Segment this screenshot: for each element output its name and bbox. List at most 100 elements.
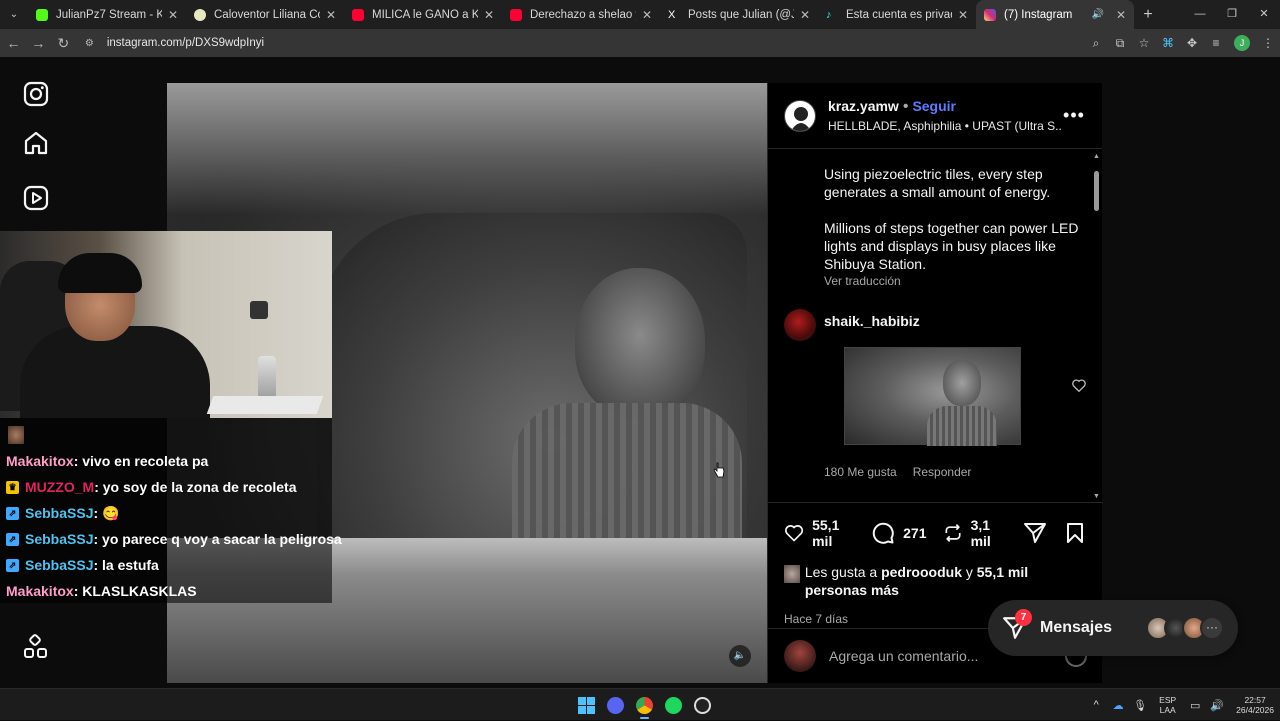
tray-overflow-icon[interactable]: ^ bbox=[1085, 699, 1107, 711]
tab-youtube-milica[interactable]: MILICA le GANÓ a KIM en su P... ✕ bbox=[344, 0, 502, 29]
minimize-icon[interactable]: — bbox=[1184, 0, 1216, 29]
comment-action[interactable]: 271 bbox=[871, 521, 927, 545]
repost-count: 3,1 mil bbox=[970, 517, 991, 549]
scroll-up-icon[interactable]: ▲ bbox=[1093, 153, 1100, 160]
repost-action[interactable]: 3,1 mil bbox=[943, 517, 1008, 549]
forward-icon[interactable]: → bbox=[27, 35, 50, 51]
messages-button[interactable]: 7 Mensajes ··· bbox=[988, 600, 1238, 656]
hand-cursor-icon bbox=[713, 462, 725, 478]
tab-title: Caloventor Liliana Compactsun bbox=[214, 8, 320, 21]
taskbar-chrome[interactable] bbox=[630, 693, 659, 719]
network-icon[interactable]: ▭ bbox=[1184, 699, 1206, 712]
tab-title: JulianPz7 Stream - Kick Dashboard bbox=[56, 8, 162, 21]
start-button[interactable] bbox=[572, 693, 601, 717]
extension-icon[interactable]: ⌘ bbox=[1156, 36, 1180, 50]
liked-by-text: Les gusta a pedroooduk y 55,1 mil person… bbox=[805, 563, 1087, 599]
liked-by-avatar[interactable] bbox=[784, 565, 800, 583]
onedrive-icon[interactable]: ☁ bbox=[1107, 699, 1129, 712]
media-control-icon[interactable]: ≡ bbox=[1204, 36, 1228, 50]
more-apps-icon[interactable] bbox=[22, 633, 50, 661]
zoom-icon[interactable]: ⌕ bbox=[1084, 36, 1108, 51]
menu-kebab-icon[interactable]: ⋮ bbox=[1256, 36, 1280, 50]
tab-title: (7) Instagram bbox=[1004, 8, 1073, 21]
youtube-icon bbox=[352, 8, 364, 21]
discord-icon bbox=[607, 696, 624, 714]
home-icon[interactable] bbox=[22, 129, 50, 157]
chat-username: MUZZO_M bbox=[25, 479, 95, 495]
audio-info[interactable]: HELLBLADE, Asphiphilia • UPAST (Ultra S.… bbox=[828, 119, 1062, 133]
clock[interactable]: 22:57 26/4/2026 bbox=[1236, 695, 1274, 715]
heart-icon bbox=[785, 525, 804, 542]
taskbar-discord[interactable] bbox=[601, 693, 630, 717]
post-caption: Using piezoelectric tiles, every step ge… bbox=[824, 165, 1087, 288]
extensions-puzzle-icon[interactable]: ✥ bbox=[1180, 36, 1204, 50]
scroll-down-icon[interactable]: ▼ bbox=[1093, 493, 1100, 500]
new-tab-button[interactable]: + bbox=[1134, 6, 1162, 24]
restore-icon[interactable]: ❐ bbox=[1216, 0, 1248, 29]
tab-caloventor[interactable]: Caloventor Liliana Compactsun ✕ bbox=[186, 0, 344, 29]
gif-face bbox=[943, 360, 981, 406]
taskbar-obs[interactable] bbox=[688, 693, 717, 717]
chat-username: Makakitox bbox=[6, 583, 74, 599]
profile-avatar[interactable]: J bbox=[1234, 35, 1250, 51]
reels-icon[interactable] bbox=[22, 184, 50, 212]
bookmark-icon bbox=[1067, 523, 1083, 543]
tab-tiktok[interactable]: ♪ Esta cuenta es privada. Sigue e... ✕ bbox=[818, 0, 976, 29]
like-action[interactable]: 55,1 mil bbox=[784, 517, 855, 549]
bookmark-star-icon[interactable]: ☆ bbox=[1132, 36, 1156, 50]
comment-gif[interactable] bbox=[844, 347, 1021, 446]
tab-search-icon[interactable]: ⌄ bbox=[0, 0, 28, 29]
mute-toggle-icon[interactable]: 🔈 bbox=[729, 645, 751, 667]
scrollbar-thumb[interactable] bbox=[1094, 171, 1099, 211]
tab-kick-dashboard[interactable]: JulianPz7 Stream - Kick Dashboard ✕ bbox=[28, 0, 186, 29]
share-action[interactable] bbox=[1023, 521, 1047, 545]
close-icon[interactable]: ✕ bbox=[958, 8, 968, 22]
chat-emote bbox=[8, 426, 24, 444]
close-icon[interactable]: ✕ bbox=[1116, 8, 1126, 22]
close-icon[interactable]: ✕ bbox=[800, 8, 810, 22]
chat-username: SebbaSSJ bbox=[25, 531, 94, 547]
microphone-icon[interactable]: 🎙 bbox=[1129, 699, 1151, 712]
tab-youtube-derechazo[interactable]: Derechazo a shelao y le cuenta... ✕ bbox=[502, 0, 660, 29]
chat-message: ♛ MUZZO_M : yo soy de la zona de recolet… bbox=[6, 476, 297, 498]
see-translation-link[interactable]: Ver traducción bbox=[824, 274, 1087, 288]
input-language[interactable]: ESP LAA bbox=[1159, 695, 1176, 715]
site-info-icon[interactable]: ⚙ bbox=[85, 38, 107, 49]
lang-code: ESP bbox=[1159, 695, 1177, 705]
reload-icon[interactable]: ↻ bbox=[52, 35, 75, 52]
tab-title: Posts que Julian (@Julianpz7) h... bbox=[688, 8, 794, 21]
address-bar[interactable]: ⚙ instagram.com/p/DXS9wdpInyi bbox=[85, 32, 1074, 54]
comment-likes[interactable]: 180 Me gusta bbox=[824, 465, 897, 479]
close-icon[interactable]: ✕ bbox=[642, 8, 652, 22]
windows-taskbar: ^ ☁ 🎙 ESP LAA ▭ 🔊 22:57 26/4/2026 bbox=[0, 688, 1280, 720]
save-action[interactable] bbox=[1063, 521, 1087, 545]
reply-button[interactable]: Responder bbox=[913, 465, 972, 479]
close-window-icon[interactable]: ✕ bbox=[1248, 0, 1280, 29]
comment-input[interactable]: Agrega un comentario... bbox=[829, 648, 978, 664]
commenter-username[interactable]: shaik._habibiz bbox=[824, 313, 1087, 329]
comment-like-heart-icon[interactable] bbox=[1071, 378, 1087, 394]
close-icon[interactable]: ✕ bbox=[168, 8, 178, 22]
more-options-button[interactable]: ••• bbox=[1062, 105, 1086, 126]
author-info: kraz.yamw • Seguir HELLBLADE, Asphiphilia … bbox=[828, 98, 1062, 133]
chat-text: : yo parece q voy a sacar la peligrosa bbox=[93, 531, 342, 547]
x-icon: X bbox=[668, 8, 676, 21]
chat-message: ⇗ SebbaSSJ : la estufa bbox=[6, 554, 159, 576]
taskbar-spotify[interactable] bbox=[659, 693, 688, 717]
volume-icon[interactable]: 🔊 bbox=[1206, 699, 1228, 712]
back-icon[interactable]: ← bbox=[2, 35, 25, 51]
tab-x-posts[interactable]: X Posts que Julian (@Julianpz7) h... ✕ bbox=[660, 0, 818, 29]
instagram-logo-icon[interactable] bbox=[22, 80, 50, 108]
comments-scrollbar[interactable]: ▲ ▼ bbox=[1093, 153, 1100, 503]
liked-by-user[interactable]: pedroooduk bbox=[881, 564, 962, 580]
commenter-avatar[interactable] bbox=[784, 309, 816, 341]
follow-button[interactable]: Seguir bbox=[912, 98, 956, 114]
chat-text: : la estufa bbox=[93, 557, 159, 573]
close-icon[interactable]: ✕ bbox=[484, 8, 494, 22]
speaker-icon[interactable]: 🔊 bbox=[1091, 9, 1103, 20]
install-app-icon[interactable]: ⧉ bbox=[1108, 36, 1132, 51]
tab-instagram[interactable]: (7) Instagram 🔊 ✕ bbox=[976, 0, 1134, 29]
author-avatar[interactable] bbox=[784, 99, 816, 132]
author-username[interactable]: kraz.yamw bbox=[828, 98, 899, 114]
close-icon[interactable]: ✕ bbox=[326, 8, 336, 22]
